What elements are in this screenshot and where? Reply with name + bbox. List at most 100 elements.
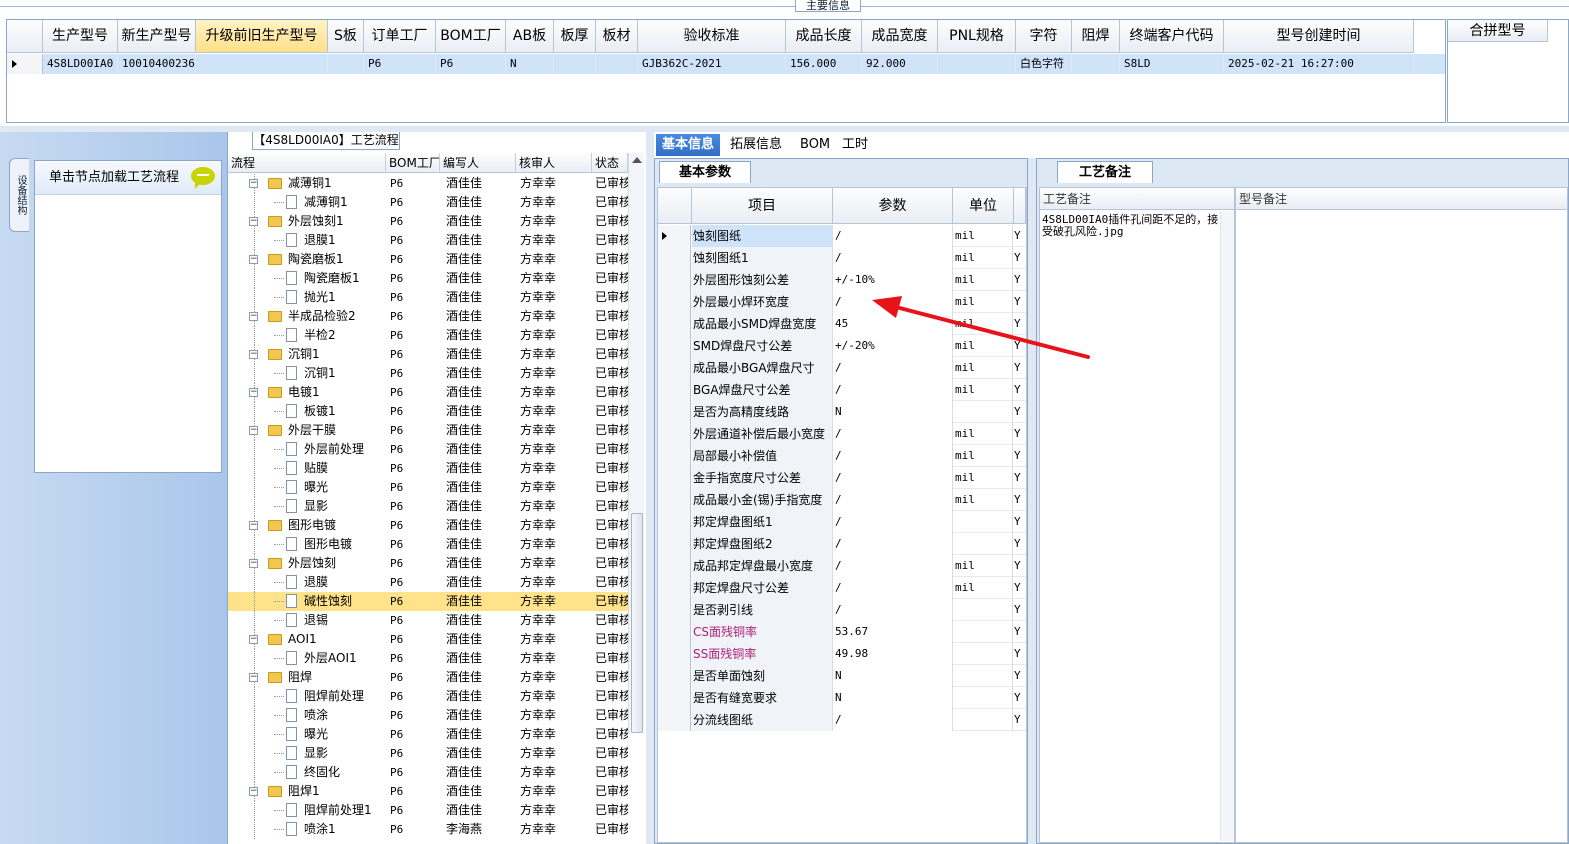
tree-row[interactable]: 半检2 P6 酒佳佳 方幸幸 已审核 — [228, 326, 628, 345]
tree-row[interactable]: − 陶瓷磨板1 P6 酒佳佳 方幸幸 已审核 — [228, 250, 628, 269]
scroll-thumb[interactable] — [631, 513, 643, 733]
tab-1[interactable]: 拓展信息 — [724, 134, 788, 156]
param-row[interactable]: 成品最小BGA焊盘尺寸 / mil Y — [658, 357, 1026, 379]
param-row[interactable]: 金手指宽度尺寸公差 / mil Y — [658, 467, 1026, 489]
row-cell-16[interactable]: 2025-02-21 16:27:00 — [1224, 54, 1414, 74]
header-col-16[interactable]: 型号创建时间 — [1224, 20, 1414, 53]
collapse-icon[interactable]: − — [249, 179, 258, 188]
collapse-icon[interactable]: − — [249, 635, 258, 644]
scroll-up-icon[interactable] — [632, 157, 642, 163]
header-col-0[interactable]: 生产型号 — [43, 20, 118, 53]
row-cell-4[interactable]: P6 — [364, 54, 436, 74]
param-value[interactable]: / — [833, 291, 953, 313]
merge-model-header[interactable]: 合拼型号 — [1448, 20, 1548, 42]
header-col-5[interactable]: BOM工厂 — [436, 20, 506, 53]
param-value[interactable]: +/-20% — [833, 335, 953, 357]
tree-row[interactable]: − 外层蚀刻 P6 酒佳佳 方幸幸 已审核 — [228, 554, 628, 573]
param-value[interactable]: / — [833, 577, 953, 599]
header-col-13[interactable]: 字符 — [1016, 20, 1072, 53]
collapse-icon[interactable]: − — [249, 388, 258, 397]
row-cell-8[interactable] — [596, 54, 638, 74]
row-cell-9[interactable]: GJB362C-2021 — [638, 54, 786, 74]
tree-row[interactable]: 曝光 P6 酒佳佳 方幸幸 已审核 — [228, 478, 628, 497]
param-value[interactable]: N — [833, 401, 953, 423]
tree-row[interactable]: 外层AOI1 P6 酒佳佳 方幸幸 已审核 — [228, 649, 628, 668]
param-value[interactable]: N — [833, 687, 953, 709]
tree-row[interactable]: − AOI1 P6 酒佳佳 方幸幸 已审核 — [228, 630, 628, 649]
tree-row[interactable]: − 阻焊1 P6 酒佳佳 方幸幸 已审核 — [228, 782, 628, 801]
param-row[interactable]: 是否有缝宽要求 N Y — [658, 687, 1026, 709]
row-cell-3[interactable] — [328, 54, 364, 74]
header-col-3[interactable]: S板 — [328, 20, 364, 53]
header-col-1[interactable]: 新生产型号 — [118, 20, 196, 53]
param-row[interactable]: 蚀刻图纸 / mil Y — [658, 225, 1026, 247]
comment-bubble-icon[interactable] — [191, 167, 215, 189]
param-row[interactable]: 局部最小补偿值 / mil Y — [658, 445, 1026, 467]
param-value[interactable]: / — [833, 225, 953, 247]
tree-row[interactable]: 退膜1 P6 酒佳佳 方幸幸 已审核 — [228, 231, 628, 250]
collapse-icon[interactable]: − — [249, 350, 258, 359]
tree-row[interactable]: 沉铜1 P6 酒佳佳 方幸幸 已审核 — [228, 364, 628, 383]
tree-row[interactable]: 喷涂 P6 酒佳佳 方幸幸 已审核 — [228, 706, 628, 725]
param-value[interactable]: / — [833, 445, 953, 467]
tree-row[interactable]: 碱性蚀刻 P6 酒佳佳 方幸幸 已审核 — [228, 592, 628, 611]
tree-vertical-scrollbar[interactable] — [628, 153, 644, 733]
row-cell-5[interactable]: P6 — [436, 54, 506, 74]
header-col-2[interactable]: 升级前旧生产型号 — [196, 20, 328, 53]
tree-row[interactable]: 终固化 P6 酒佳佳 方幸幸 已审核 — [228, 763, 628, 782]
tab-2[interactable]: BOM — [794, 134, 836, 156]
process-remarks-tab[interactable]: 工艺备注 — [1057, 161, 1153, 183]
tree-row[interactable]: − 阻焊 P6 酒佳佳 方幸幸 已审核 — [228, 668, 628, 687]
param-row[interactable]: 外层通道补偿后最小宽度 / mil Y — [658, 423, 1026, 445]
grid-corner[interactable] — [7, 20, 43, 53]
param-value[interactable]: 49.98 — [833, 643, 953, 665]
param-value[interactable]: / — [833, 489, 953, 511]
tree-row[interactable]: 贴膜 P6 酒佳佳 方幸幸 已审核 — [228, 459, 628, 478]
tree-row[interactable]: 阻焊前处理1 P6 酒佳佳 方幸幸 已审核 — [228, 801, 628, 820]
param-value[interactable]: / — [833, 379, 953, 401]
param-row[interactable]: 是否剥引线 / Y — [658, 599, 1026, 621]
row-cell-6[interactable]: N — [506, 54, 554, 74]
row-cell-14[interactable] — [1072, 54, 1120, 74]
param-row[interactable]: CS面残铜率 53.67 Y — [658, 621, 1026, 643]
row-cell-12[interactable] — [938, 54, 1016, 74]
param-value[interactable]: / — [833, 467, 953, 489]
param-row[interactable]: 蚀刻图纸1/mil Y — [658, 247, 1026, 269]
param-row[interactable]: 邦定焊盘图纸1/ Y — [658, 511, 1026, 533]
param-value[interactable]: / — [833, 423, 953, 445]
param-row[interactable]: 成品最小金(锡)手指宽度 / mil Y — [658, 489, 1026, 511]
header-col-9[interactable]: 验收标准 — [638, 20, 786, 53]
tree-row[interactable]: − 外层蚀刻1 P6 酒佳佳 方幸幸 已审核 — [228, 212, 628, 231]
row-cell-13[interactable]: 白色字符 — [1016, 54, 1072, 74]
tree-row[interactable]: 曝光 P6 酒佳佳 方幸幸 已审核 — [228, 725, 628, 744]
param-row[interactable]: 是否单面蚀刻 N Y — [658, 665, 1026, 687]
row-cell-15[interactable]: S8LD — [1120, 54, 1224, 74]
tree-row[interactable]: 显影 P6 酒佳佳 方幸幸 已审核 — [228, 497, 628, 516]
header-col-15[interactable]: 终端客户代码 — [1120, 20, 1224, 53]
param-value[interactable]: / — [833, 247, 953, 269]
tree-header-4[interactable]: 状态 — [592, 153, 628, 173]
param-value[interactable]: +/-10% — [833, 269, 953, 291]
process-flow-tab[interactable]: 【4S8LD00IA0】工艺流程 — [252, 132, 400, 150]
tree-header-1[interactable]: BOM工厂 — [386, 153, 440, 173]
param-row[interactable]: 成品最小SMD焊盘宽度 45 mil Y — [658, 313, 1026, 335]
header-col-12[interactable]: PNL规格 — [938, 20, 1016, 53]
row-cell-1[interactable]: 10010400236126 — [118, 54, 196, 74]
tree-header-2[interactable]: 编写人 — [440, 153, 516, 173]
splitter[interactable] — [1028, 158, 1036, 844]
remarks-scrollbar[interactable] — [1220, 211, 1234, 841]
process-remark-text[interactable]: 4S8LD00IA0插件孔间距不足的，接受破孔风险.jpg — [1042, 214, 1220, 238]
tree-row[interactable]: − 沉铜1 P6 酒佳佳 方幸幸 已审核 — [228, 345, 628, 364]
header-item[interactable]: 项目 — [692, 188, 833, 224]
model-remarks-box[interactable]: 型号备注 — [1235, 187, 1568, 843]
row-cell-2[interactable] — [196, 54, 328, 74]
param-row[interactable]: SS面残铜率 49.98 Y — [658, 643, 1026, 665]
param-value[interactable]: / — [833, 357, 953, 379]
header-col-7[interactable]: 板厚 — [554, 20, 596, 53]
collapse-icon[interactable]: − — [249, 426, 258, 435]
header-col-4[interactable]: 订单工厂 — [364, 20, 436, 53]
row-cell-10[interactable]: 156.000 — [786, 54, 862, 74]
param-row[interactable]: 邦定焊盘图纸2/ Y — [658, 533, 1026, 555]
tree-header-0[interactable]: 流程 — [228, 153, 386, 173]
tree-header-3[interactable]: 核审人 — [516, 153, 592, 173]
